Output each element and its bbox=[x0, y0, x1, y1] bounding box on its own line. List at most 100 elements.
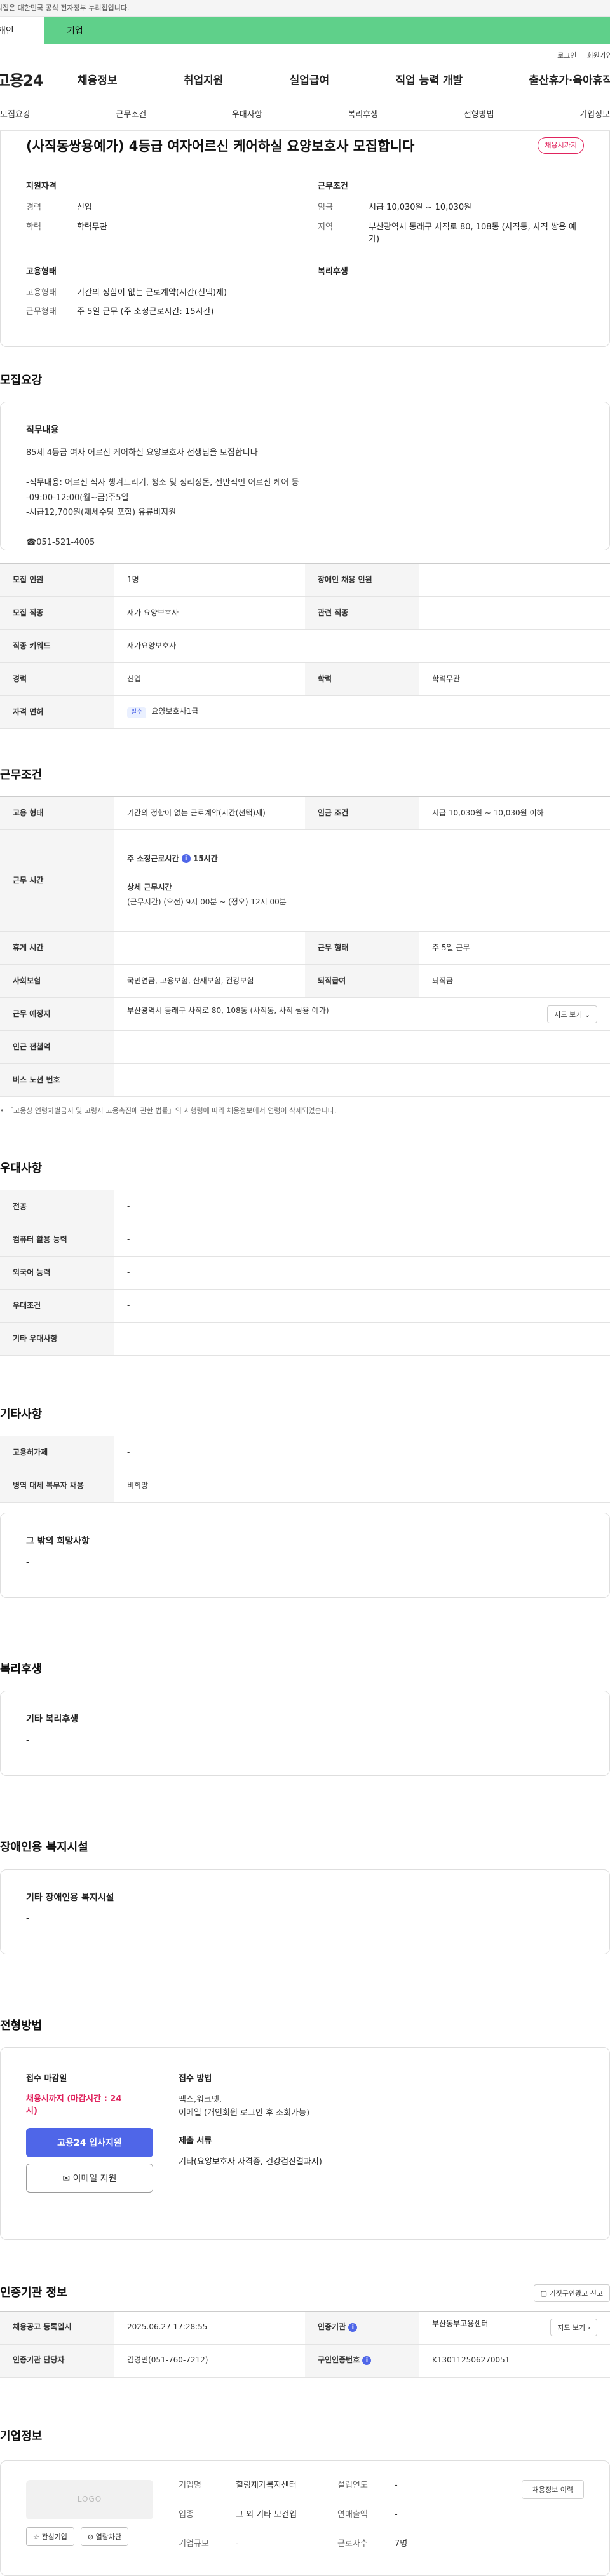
anchor-conditions[interactable]: 근무조건 bbox=[116, 109, 146, 121]
size-value: - bbox=[236, 2539, 239, 2549]
util-nav: 로그인 회원가입 bbox=[0, 44, 610, 62]
map-view-button[interactable]: 지도 보기 ⌄ bbox=[547, 1005, 597, 1023]
worktype-label: 근무 형태 bbox=[305, 931, 419, 965]
login-link[interactable]: 로그인 bbox=[557, 51, 576, 62]
table-row: 전공 - bbox=[0, 1190, 610, 1224]
apply-button[interactable]: 고용24 입사지원 bbox=[26, 2128, 153, 2158]
weekly-hours-value: 15시간 bbox=[193, 854, 218, 863]
rest-value: - bbox=[114, 931, 305, 965]
info-icon[interactable]: i bbox=[362, 2355, 372, 2365]
info-icon[interactable]: i bbox=[181, 854, 191, 864]
agency-label: 인증기관 bbox=[318, 2322, 346, 2332]
keyword-value: 재가요양보호사 bbox=[114, 629, 610, 664]
deadline-heading: 접수 마감일 bbox=[26, 2073, 67, 2083]
place-cell: 부산광역시 동래구 사직로 80, 108동 (사직동, 사직 쌍용 예가) 지… bbox=[114, 997, 610, 1032]
signup-link[interactable]: 회원가입 bbox=[587, 51, 610, 62]
other-label: 병역 대체 복무자 채용 bbox=[0, 1469, 114, 1503]
mail-icon: ✉ bbox=[62, 2174, 71, 2184]
hiring-history-button[interactable]: 채용정보 이력 bbox=[521, 2479, 584, 2499]
pref-value: - bbox=[114, 1190, 610, 1224]
other-label: 고용허가제 bbox=[0, 1436, 114, 1470]
block-label: 열람차단 bbox=[95, 2532, 122, 2541]
wage-label: 임금 조건 bbox=[305, 796, 419, 831]
place-value: 부산광역시 동래구 사직로 80, 108동 (사직동, 사직 쌍용 예가) bbox=[127, 1005, 329, 1015]
weekly-hours-label: 주 소정근로시간 bbox=[127, 854, 179, 863]
table-row: 채용공고 등록일시 2025.06.27 17:28:55 인증기관 i 부산동… bbox=[0, 2311, 610, 2345]
employment-heading: 고용형태 bbox=[26, 266, 57, 276]
report-fake-ad-button[interactable]: ▢ 거짓구인광고 신고 bbox=[533, 2284, 610, 2302]
company-logo-area: LOGO ☆ 관심기업 ⊘ 열람차단 bbox=[26, 2479, 153, 2556]
chevron-down-icon: ⌄ bbox=[584, 1010, 590, 1019]
pref-label: 기타 우대사항 bbox=[0, 1322, 114, 1356]
duty-card: 직무내용 85세 4등급 여자 어르신 케어하실 요양보호사 선생님을 모집합니… bbox=[0, 402, 610, 551]
agency-map-button[interactable]: 지도 보기 › bbox=[550, 2319, 597, 2337]
related-value: - bbox=[419, 596, 610, 630]
summary-area-value: 부산광역시 동래구 사직로 80, 108동 (사직동, 사직 쌍용 예가) bbox=[369, 222, 576, 244]
summary-career-label: 경력 bbox=[26, 203, 41, 213]
number-value: K130112506270051 bbox=[419, 2344, 610, 2378]
manager-label: 인증기관 담당자 bbox=[0, 2344, 114, 2378]
summary-work-label: 근무형태 bbox=[26, 307, 57, 317]
document-icon: ▢ bbox=[540, 2289, 548, 2298]
summary-emp-label: 고용형태 bbox=[26, 287, 57, 297]
pref-value: - bbox=[114, 1322, 610, 1356]
facility-card-heading: 기타 장애인용 복지시설 bbox=[26, 1892, 114, 1903]
table-row: 휴게 시간 - 근무 형태 주 5일 근무 bbox=[0, 931, 610, 965]
anchor-recruit[interactable]: 모집요강 bbox=[0, 109, 30, 121]
size-label: 기업규모 bbox=[179, 2539, 209, 2549]
tab-business[interactable]: 기업 bbox=[44, 17, 610, 44]
emp-type-label: 고용 형태 bbox=[0, 796, 114, 831]
others-table: 고용허가제 - 병역 대체 복무자 채용 비희망 bbox=[0, 1436, 610, 1503]
industry-value: 그 외 기타 보건업 bbox=[236, 2509, 297, 2519]
block-view-button[interactable]: ⊘ 열람차단 bbox=[80, 2526, 129, 2546]
reg-label: 채용공고 등록일시 bbox=[0, 2311, 114, 2345]
summary-area-label: 지역 bbox=[318, 222, 333, 233]
license-value: 요양보호사1급 bbox=[151, 707, 199, 716]
info-icon[interactable]: i bbox=[348, 2322, 358, 2332]
anchor-preferences[interactable]: 우대사항 bbox=[232, 109, 262, 121]
summary-edu-row: 학력 학력무관 bbox=[26, 222, 292, 234]
email-apply-button[interactable]: ✉ 이메일 지원 bbox=[26, 2164, 153, 2193]
facility-card: 기타 장애인용 복지시설 - bbox=[0, 1869, 610, 1954]
company-logo: LOGO bbox=[26, 2479, 153, 2519]
gnb-unemployment-benefit[interactable]: 실업급여 bbox=[290, 73, 330, 89]
anchor-welfare[interactable]: 복리후생 bbox=[348, 109, 378, 121]
table-row: 인근 전철역 - bbox=[0, 1030, 610, 1065]
related-label: 관련 직종 bbox=[305, 596, 419, 630]
welfare-card-heading: 기타 복리후생 bbox=[26, 1714, 79, 1725]
industry-label: 업종 bbox=[179, 2509, 194, 2519]
table-row: 자격 면허 필수 요양보호사1급 bbox=[0, 695, 610, 730]
license-cell: 필수 요양보호사1급 bbox=[114, 695, 610, 730]
table-row: 외국어 능력 - bbox=[0, 1256, 610, 1290]
gnb-vocational-training[interactable]: 직업 능력 개발 bbox=[395, 73, 463, 89]
deadline-value: 채용시까지 (마감시간 : 24시) bbox=[26, 2094, 122, 2116]
facility-card-value: - bbox=[26, 1913, 29, 1923]
insurance-label: 사회보험 bbox=[0, 964, 114, 998]
cert-header: 인증기관 정보 ▢ 거짓구인광고 신고 bbox=[0, 2284, 610, 2302]
tab-personal[interactable]: 개인 bbox=[0, 17, 44, 44]
company-info: 기업명 힐링재가복지센터 설립연도 - 업종 그 외 기타 보건업 연매출액 - 기업규… bbox=[179, 2480, 484, 2556]
other-value: - bbox=[114, 1436, 610, 1470]
hours-cell: 주 소정근로시간 i 15시간 상세 근무시간 (근무시간) (오전) 9시 0… bbox=[114, 829, 610, 932]
table-row: 병역 대체 복무자 채용 비희망 bbox=[0, 1469, 610, 1503]
selection-card: 접수 마감일 채용시까지 (마감시간 : 24시) 고용24 입사지원 ✉ 이메… bbox=[0, 2047, 610, 2240]
anchor-company[interactable]: 기업정보 bbox=[580, 109, 610, 121]
gov-banner: 이 누리집은 대한민국 공식 전자정부 누리집입니다. bbox=[0, 0, 610, 17]
interest-company-button[interactable]: ☆ 관심기업 bbox=[26, 2526, 74, 2546]
summary-work-row: 근무형태 주 5일 근무 (주 소정근로시간: 15시간) bbox=[26, 306, 292, 318]
founded-value: - bbox=[395, 2480, 398, 2490]
gnb-menu: 채용정보 취업지원 실업급여 직업 능력 개발 출산휴가·육아휴직 bbox=[78, 73, 610, 89]
pref-label: 외국어 능력 bbox=[0, 1256, 114, 1290]
pref-label: 컴퓨터 활용 능력 bbox=[0, 1223, 114, 1257]
gnb-employment-support[interactable]: 취업지원 bbox=[184, 73, 224, 89]
gnb-parental-leave[interactable]: 출산휴가·육아휴직 bbox=[529, 73, 610, 89]
keyword-label: 직종 키워드 bbox=[0, 629, 114, 664]
site-logo[interactable]: 고용24 bbox=[0, 70, 78, 92]
summary-career-row: 경력 신입 bbox=[26, 202, 292, 214]
anchor-selection[interactable]: 전형방법 bbox=[464, 109, 494, 121]
table-row: 버스 노선 번호 - bbox=[0, 1063, 610, 1098]
place-label: 근무 예정지 bbox=[0, 997, 114, 1032]
gnb-job-info[interactable]: 채용정보 bbox=[78, 73, 118, 89]
pref-label: 전공 bbox=[0, 1190, 114, 1224]
summary-wage-label: 임금 bbox=[318, 203, 333, 213]
